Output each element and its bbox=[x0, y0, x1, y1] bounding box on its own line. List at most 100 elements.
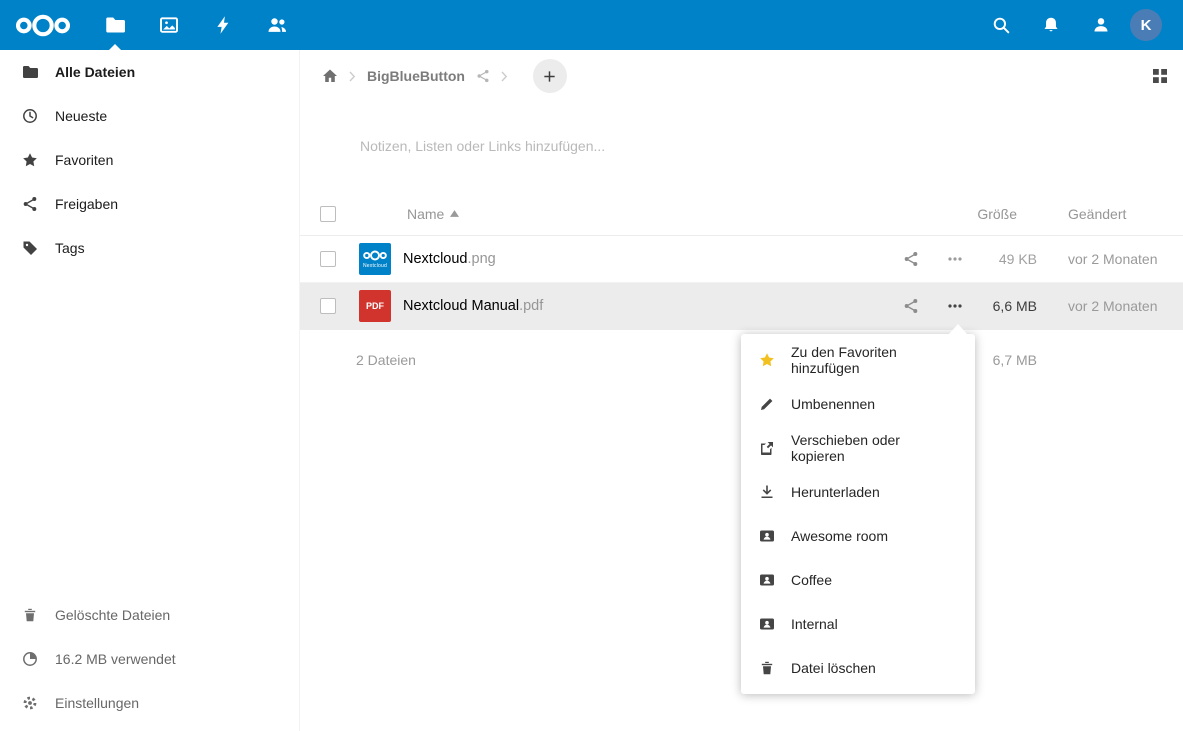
nextcloud-logo[interactable] bbox=[0, 12, 88, 39]
row-actions-button[interactable] bbox=[933, 251, 977, 267]
top-bar: K bbox=[0, 0, 1183, 50]
menu-item-move-or-copy[interactable]: Verschieben oder kopieren bbox=[741, 426, 975, 470]
file-size: 6,6 MB bbox=[977, 298, 1037, 314]
tag-icon bbox=[22, 240, 38, 256]
thumbnail-label: PDF bbox=[366, 301, 384, 311]
app-photos[interactable] bbox=[142, 0, 196, 50]
search-icon bbox=[992, 16, 1010, 34]
checkbox-cell bbox=[300, 251, 356, 267]
sidebar-item-favoriten[interactable]: Favoriten bbox=[0, 138, 299, 182]
search-button[interactable] bbox=[976, 0, 1026, 50]
row-actions-button-active[interactable] bbox=[933, 298, 977, 314]
person-icon bbox=[1092, 16, 1110, 34]
sidebar-item-geloeschte-dateien[interactable]: Gelöschte Dateien bbox=[0, 593, 299, 637]
menu-item-internal-room[interactable]: Internal bbox=[741, 602, 975, 646]
three-dots-icon bbox=[947, 298, 963, 314]
grid-view-toggle[interactable] bbox=[1152, 68, 1168, 84]
three-dots-icon bbox=[947, 251, 963, 267]
row-share-button[interactable] bbox=[889, 251, 933, 267]
checkbox-cell bbox=[300, 298, 356, 314]
sort-by-modified[interactable]: Geändert bbox=[1037, 206, 1183, 222]
sidebar-item-label: Alle Dateien bbox=[55, 64, 135, 80]
menu-item-download[interactable]: Herunterladen bbox=[741, 470, 975, 514]
plus-icon bbox=[542, 69, 557, 84]
file-row-nextcloud-manual-pdf[interactable]: PDF Nextcloud Manual.pdf 6,6 MB vor 2 Mo… bbox=[300, 283, 1183, 330]
menu-item-awesome-room[interactable]: Awesome room bbox=[741, 514, 975, 558]
notifications-button[interactable] bbox=[1026, 0, 1076, 50]
menu-item-add-to-favorites[interactable]: Zu den Favoriten hinzufügen bbox=[741, 338, 975, 382]
folder-icon bbox=[22, 64, 38, 80]
star-icon bbox=[22, 152, 38, 168]
file-row-nextcloud-png[interactable]: Nextcloud Nextcloud.png 49 KB vor 2 Mona… bbox=[300, 236, 1183, 283]
sidebar-item-einstellungen[interactable]: Einstellungen bbox=[0, 681, 299, 725]
menu-item-delete-file[interactable]: Datei löschen bbox=[741, 646, 975, 690]
sidebar-item-alle-dateien[interactable]: Alle Dateien bbox=[0, 50, 299, 94]
menu-item-coffee-room[interactable]: Coffee bbox=[741, 558, 975, 602]
file-name: Nextcloud Manual.pdf bbox=[403, 298, 543, 314]
thumbnail-label: Nextcloud bbox=[363, 263, 387, 269]
file-thumbnail-pdf: PDF bbox=[359, 290, 391, 322]
breadcrumb: BigBlueButton bbox=[300, 50, 1183, 102]
file-size: 49 KB bbox=[977, 251, 1037, 267]
sort-by-size[interactable]: Größe bbox=[977, 206, 1037, 222]
sidebar-item-label: Favoriten bbox=[55, 152, 113, 168]
file-name-cell: PDF Nextcloud Manual.pdf bbox=[356, 290, 889, 322]
file-thumbnail-png: Nextcloud bbox=[359, 243, 391, 275]
share-icon bbox=[903, 298, 919, 314]
sidebar-footer: Gelöschte Dateien 16.2 MB verwendet Eins… bbox=[0, 593, 299, 725]
file-name-cell: Nextcloud Nextcloud.png bbox=[356, 243, 889, 275]
file-actions-menu: Zu den Favoriten hinzufügen Umbenennen V… bbox=[741, 334, 975, 694]
folder-icon bbox=[105, 15, 125, 35]
sidebar-item-freigaben[interactable]: Freigaben bbox=[0, 182, 299, 226]
menu-item-rename[interactable]: Umbenennen bbox=[741, 382, 975, 426]
move-icon bbox=[759, 440, 775, 456]
breadcrumb-folder[interactable]: BigBlueButton bbox=[367, 68, 465, 84]
sort-by-name[interactable]: Name bbox=[356, 206, 889, 222]
sidebar: Alle Dateien Neueste Favoriten Freigaben bbox=[0, 50, 300, 731]
photos-icon bbox=[159, 15, 179, 35]
share-icon[interactable] bbox=[476, 69, 490, 83]
quota-label: 16.2 MB verwendet bbox=[55, 651, 176, 667]
sidebar-item-tags[interactable]: Tags bbox=[0, 226, 299, 270]
room-icon bbox=[759, 528, 775, 544]
activity-lightning-icon bbox=[213, 15, 233, 35]
contacts-icon bbox=[267, 15, 287, 35]
trash-icon bbox=[22, 607, 38, 623]
new-file-button[interactable] bbox=[533, 59, 567, 93]
file-modified: vor 2 Monaten bbox=[1037, 251, 1183, 267]
room-icon bbox=[759, 616, 775, 632]
topbar-right: K bbox=[976, 0, 1183, 50]
app-activity[interactable] bbox=[196, 0, 250, 50]
sidebar-item-label: Neueste bbox=[55, 108, 107, 124]
sidebar-item-label: Gelöschte Dateien bbox=[55, 607, 170, 623]
main-content: BigBlueButton Name bbox=[300, 50, 1183, 731]
bell-icon bbox=[1042, 16, 1060, 34]
file-list-header: Name Größe Geändert bbox=[300, 192, 1183, 236]
star-icon bbox=[759, 352, 775, 368]
sidebar-item-neueste[interactable]: Neueste bbox=[0, 94, 299, 138]
select-all-cell bbox=[300, 206, 356, 222]
file-modified: vor 2 Monaten bbox=[1037, 298, 1183, 314]
gear-icon bbox=[22, 695, 38, 711]
user-avatar[interactable]: K bbox=[1130, 9, 1162, 41]
row-checkbox[interactable] bbox=[320, 251, 336, 267]
share-icon bbox=[22, 196, 38, 212]
file-name: Nextcloud.png bbox=[403, 251, 496, 267]
select-all-checkbox[interactable] bbox=[320, 206, 336, 222]
chevron-right-icon bbox=[501, 71, 508, 82]
app-contacts[interactable] bbox=[250, 0, 304, 50]
row-checkbox[interactable] bbox=[320, 298, 336, 314]
app-navigation bbox=[88, 0, 304, 50]
notes-input[interactable] bbox=[360, 136, 790, 156]
sort-ascending-icon bbox=[450, 210, 459, 217]
sidebar-item-label: Einstellungen bbox=[55, 695, 139, 711]
row-share-button[interactable] bbox=[889, 298, 933, 314]
sidebar-item-quota[interactable]: 16.2 MB verwendet bbox=[0, 637, 299, 681]
room-icon bbox=[759, 572, 775, 588]
download-icon bbox=[759, 484, 775, 500]
home-icon[interactable] bbox=[322, 68, 338, 84]
share-icon bbox=[903, 251, 919, 267]
app-files[interactable] bbox=[88, 0, 142, 50]
avatar-initial: K bbox=[1141, 17, 1152, 34]
contacts-menu-button[interactable] bbox=[1076, 0, 1126, 50]
